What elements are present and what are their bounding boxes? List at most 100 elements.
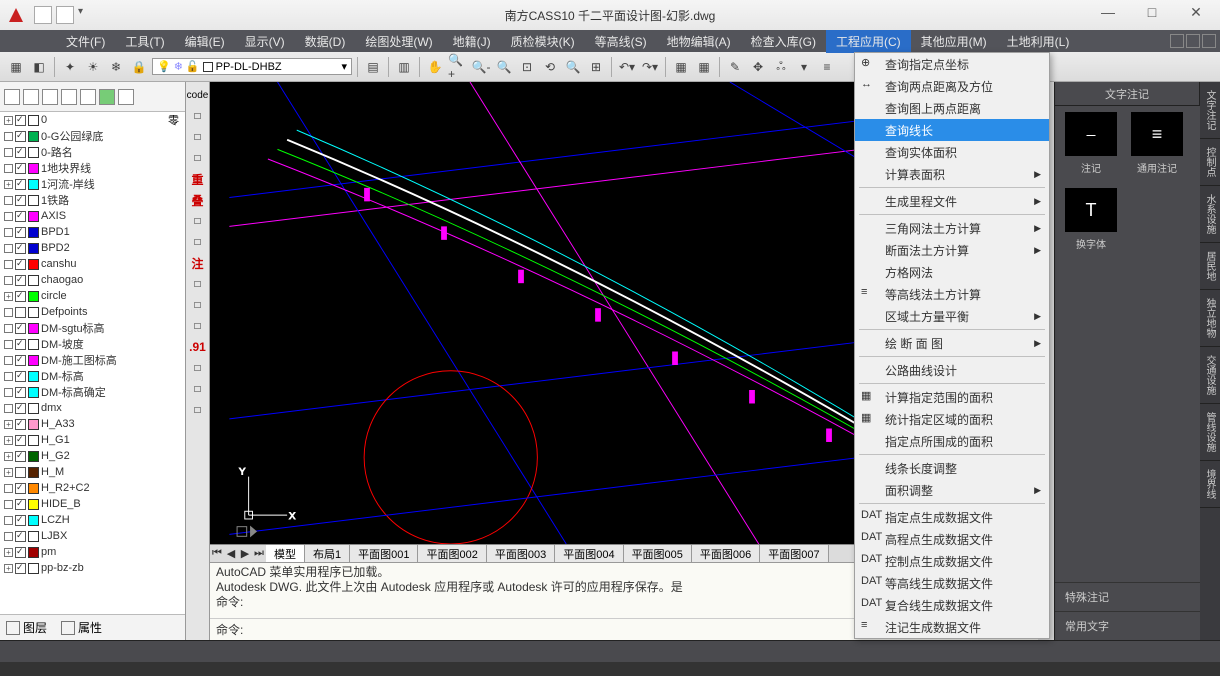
dropdown-item[interactable]: 断面法土方计算▶: [855, 239, 1049, 261]
dropdown-item[interactable]: DAT控制点生成数据文件: [855, 550, 1049, 572]
tool-button[interactable]: ✥: [748, 57, 768, 77]
dropdown-item[interactable]: 绘 断 面 图▶: [855, 332, 1049, 354]
layer-row[interactable]: LJBX: [0, 528, 185, 544]
layer-row[interactable]: BPD2: [0, 240, 185, 256]
dropdown-item[interactable]: 区域土方量平衡▶: [855, 305, 1049, 327]
layer-row[interactable]: dmx: [0, 400, 185, 416]
layer-tool-icon[interactable]: [80, 89, 96, 105]
layer-row[interactable]: +pp-bz-zb: [0, 560, 185, 576]
qat-dropdown-icon[interactable]: ▾: [78, 6, 83, 24]
layout-tab[interactable]: 平面图002: [418, 545, 486, 563]
layout-tab[interactable]: 平面图004: [555, 545, 623, 563]
menu-item[interactable]: 工程应用(C): [826, 30, 911, 53]
edge-tab[interactable]: 水系设施: [1200, 186, 1220, 243]
layer-row[interactable]: DM-标高: [0, 368, 185, 384]
layer-row[interactable]: Defpoints: [0, 304, 185, 320]
menu-item[interactable]: 检查入库(G): [741, 30, 826, 53]
dropdown-item[interactable]: 生成里程文件▶: [855, 190, 1049, 212]
vtool-button[interactable]: □: [189, 359, 207, 377]
qat-button[interactable]: [34, 6, 52, 24]
tool-button[interactable]: ▥: [394, 57, 414, 77]
vtool-button[interactable]: □: [189, 317, 207, 335]
layer-tool-icon[interactable]: [4, 89, 20, 105]
dropdown-item[interactable]: ⊕查询指定点坐标: [855, 53, 1049, 75]
dropdown-item[interactable]: ▦计算指定范围的面积: [855, 386, 1049, 408]
tool-button[interactable]: 🔒: [129, 57, 149, 77]
layer-row[interactable]: H_R2+C2: [0, 480, 185, 496]
layer-row[interactable]: AXIS: [0, 208, 185, 224]
layout-tab[interactable]: 平面图007: [760, 545, 828, 563]
minimize-button[interactable]: —: [1088, 4, 1128, 26]
layer-row[interactable]: +H_A33: [0, 416, 185, 432]
tool-button[interactable]: ❄: [106, 57, 126, 77]
dropdown-item[interactable]: 公路曲线设计: [855, 359, 1049, 381]
tab-nav-last[interactable]: ⏭: [252, 547, 266, 560]
tool-button[interactable]: 🔍+: [448, 57, 468, 77]
tool-button[interactable]: ▦: [671, 57, 691, 77]
layer-row[interactable]: 1铁路: [0, 192, 185, 208]
palette-tile[interactable]: T换字体: [1061, 188, 1121, 258]
menu-item[interactable]: 土地利用(L): [997, 30, 1080, 53]
dropdown-item[interactable]: 指定点所围成的面积: [855, 430, 1049, 452]
tab-nav-prev[interactable]: ◀: [224, 547, 238, 560]
layer-row[interactable]: +H_G2: [0, 448, 185, 464]
rp-section[interactable]: 常用文字: [1055, 611, 1200, 640]
edge-tab[interactable]: 居民地: [1200, 243, 1220, 290]
edge-tab[interactable]: 管线设施: [1200, 404, 1220, 461]
tab-nav-next[interactable]: ▶: [238, 547, 252, 560]
layer-row[interactable]: 0-G公园绿底: [0, 128, 185, 144]
layout-tab[interactable]: 平面图003: [487, 545, 555, 563]
dropdown-item[interactable]: 查询图上两点距离: [855, 97, 1049, 119]
footer-tab-props[interactable]: 属性: [61, 619, 102, 636]
tool-button[interactable]: ⊡: [517, 57, 537, 77]
layer-row[interactable]: +H_G1: [0, 432, 185, 448]
palette-tile[interactable]: ≡通用注记: [1127, 112, 1187, 182]
vtool-button[interactable]: □: [189, 380, 207, 398]
tool-button[interactable]: ✦: [60, 57, 80, 77]
layers-list[interactable]: +0零 0-G公园绿底 0-路名 1地块界线+1河流-岸线 1铁路 AXIS B…: [0, 112, 185, 614]
tab-nav-first[interactable]: ⏮: [210, 547, 224, 560]
menu-item[interactable]: 数据(D): [295, 30, 356, 53]
menu-item[interactable]: 质检模块(K): [501, 30, 585, 53]
dropdown-item[interactable]: 三角网法土方计算▶: [855, 217, 1049, 239]
dropdown-item[interactable]: DAT等高线生成数据文件: [855, 572, 1049, 594]
tool-button[interactable]: ▤: [363, 57, 383, 77]
vtool-button[interactable]: 叠: [189, 191, 207, 209]
layer-row[interactable]: 1地块界线: [0, 160, 185, 176]
tool-button[interactable]: ⊞: [586, 57, 606, 77]
tool-button[interactable]: ◧: [29, 57, 49, 77]
layer-row[interactable]: BPD1: [0, 224, 185, 240]
layer-row[interactable]: +pm: [0, 544, 185, 560]
dropdown-item[interactable]: ▦统计指定区域的面积: [855, 408, 1049, 430]
tool-button[interactable]: ⟲: [540, 57, 560, 77]
mdi-controls[interactable]: [1170, 34, 1216, 48]
dropdown-item[interactable]: 查询线长: [855, 119, 1049, 141]
tool-button[interactable]: ✋: [425, 57, 445, 77]
dropdown-item[interactable]: DAT指定点生成数据文件: [855, 506, 1049, 528]
rp-section[interactable]: 特殊注记: [1055, 582, 1200, 611]
edge-tab[interactable]: 独立地物: [1200, 290, 1220, 347]
layout-tab[interactable]: 模型: [266, 545, 305, 563]
tool-button[interactable]: ☀: [83, 57, 103, 77]
dropdown-item[interactable]: ≡等高线法土方计算: [855, 283, 1049, 305]
tool-button[interactable]: ஃ: [771, 57, 791, 77]
layer-row[interactable]: +circle: [0, 288, 185, 304]
menu-item[interactable]: 地物编辑(A): [657, 30, 741, 53]
edge-tab[interactable]: 控制点: [1200, 139, 1220, 186]
layer-row[interactable]: DM-标高确定: [0, 384, 185, 400]
tool-button[interactable]: ✎: [725, 57, 745, 77]
layer-row[interactable]: DM-施工图标高: [0, 352, 185, 368]
tool-button[interactable]: 🔍-: [471, 57, 491, 77]
vtool-button[interactable]: 重: [189, 170, 207, 188]
menu-item[interactable]: 编辑(E): [175, 30, 235, 53]
menu-item[interactable]: 等高线(S): [585, 30, 657, 53]
layer-row[interactable]: canshu: [0, 256, 185, 272]
vtool-button[interactable]: □: [189, 401, 207, 419]
footer-tab-layers[interactable]: 图层: [6, 619, 47, 636]
layer-row[interactable]: +H_M: [0, 464, 185, 480]
tool-button[interactable]: ▦: [694, 57, 714, 77]
layer-tool-icon[interactable]: [118, 89, 134, 105]
dropdown-item[interactable]: DAT高程点生成数据文件: [855, 528, 1049, 550]
layer-row[interactable]: DM-坡度: [0, 336, 185, 352]
tool-button[interactable]: 🔍: [563, 57, 583, 77]
